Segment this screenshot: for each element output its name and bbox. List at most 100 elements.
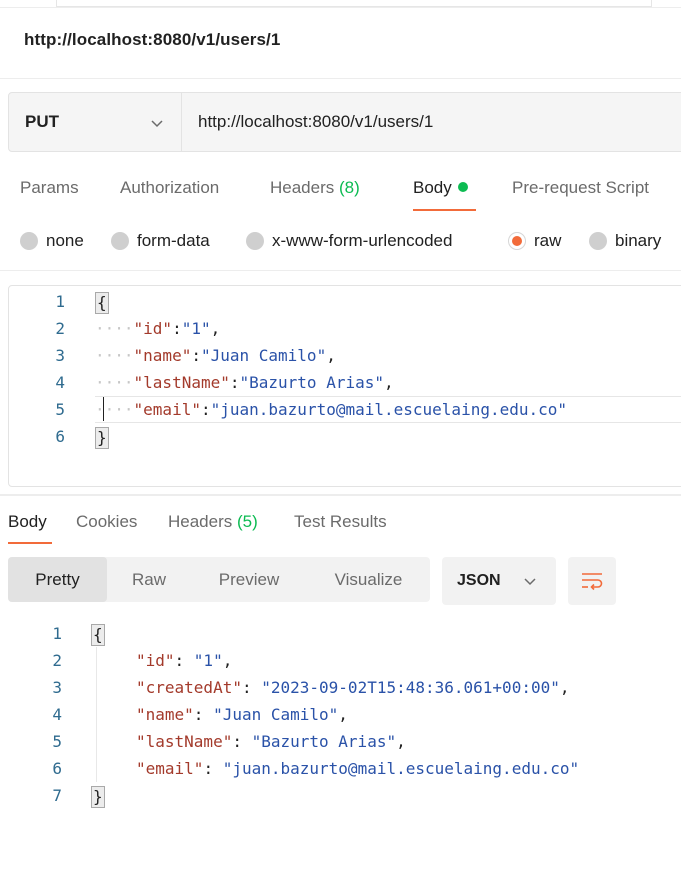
radio-circle-selected — [508, 232, 526, 250]
tab-bar-edge — [0, 0, 681, 8]
close-brace: } — [91, 785, 105, 808]
code-line: "name": "Juan Camilo", — [136, 705, 348, 724]
response-tabs: Body Cookies Headers (5) Test Results — [0, 504, 681, 546]
line-number: 4 — [55, 373, 65, 392]
close-brace: } — [95, 426, 109, 449]
json-key: "name" — [136, 705, 194, 724]
view-preview[interactable]: Preview — [191, 557, 307, 602]
code-line: } — [91, 782, 105, 809]
json-value: "juan.bazurto@mail.escuelaing.edu.co" — [222, 759, 580, 778]
status-dot-icon — [457, 182, 468, 192]
json-key: "email" — [136, 759, 204, 778]
code-line: { — [95, 288, 109, 315]
view-pretty[interactable]: Pretty — [8, 557, 107, 602]
tab-body[interactable]: Body — [413, 178, 468, 198]
request-tabs: Params Authorization Headers (8) Body Pr… — [0, 170, 681, 214]
json-value: "juan.bazurto@mail.escuelaing.edu.co" — [210, 400, 568, 419]
radio-x-www-form-urlencoded[interactable]: x-www-form-urlencoded — [246, 231, 452, 251]
tab-label: Headers — [270, 178, 335, 197]
line-number: 5 — [55, 400, 65, 419]
divider — [0, 270, 681, 271]
line-number: 3 — [55, 346, 65, 365]
radio-circle — [111, 232, 129, 250]
radio-none[interactable]: none — [20, 231, 84, 251]
radio-binary[interactable]: binary — [589, 231, 661, 251]
line-number: 1 — [52, 624, 62, 643]
code-line: "id": "1", — [136, 651, 233, 670]
tab-label: Params — [20, 178, 79, 197]
tab-authorization[interactable]: Authorization — [120, 178, 219, 198]
open-brace: { — [91, 623, 105, 646]
line-number: 6 — [55, 427, 65, 446]
open-brace: { — [95, 291, 109, 314]
code-line: { — [91, 620, 105, 647]
json-value: "1" — [193, 651, 223, 670]
code-line: "lastName": "Bazurto Arias", — [136, 732, 406, 751]
line-number: 6 — [52, 759, 62, 778]
tab-pre-request-script[interactable]: Pre-request Script — [512, 178, 649, 198]
indent-guide — [96, 647, 97, 782]
json-value: "Juan Camilo" — [213, 705, 339, 724]
radio-raw[interactable]: raw — [508, 231, 561, 251]
line-number: 5 — [52, 732, 62, 751]
json-value: "1" — [181, 319, 211, 338]
radio-label: form-data — [137, 231, 210, 250]
format-select[interactable]: JSON — [442, 557, 556, 605]
line-number: 1 — [55, 292, 65, 311]
json-key: "id" — [136, 651, 175, 670]
chevron-down-icon — [524, 578, 536, 586]
line-number: 3 — [52, 678, 62, 697]
json-value: "Bazurto Arias" — [251, 732, 397, 751]
tab-params[interactable]: Params — [20, 178, 79, 198]
tab-test-results[interactable]: Test Results — [294, 512, 387, 532]
json-key: "createdAt" — [136, 678, 242, 697]
tab-headers[interactable]: Headers (8) — [270, 178, 360, 198]
radio-label: none — [46, 231, 84, 250]
url-input[interactable]: http://localhost:8080/v1/users/1 — [182, 93, 433, 151]
code-line: } — [95, 423, 109, 450]
radio-circle — [20, 232, 38, 250]
view-raw[interactable]: Raw — [107, 557, 191, 602]
code-line: ····"lastName":"Bazurto Arias", — [95, 373, 394, 392]
tab-cookies[interactable]: Cookies — [76, 512, 137, 532]
active-tab-indicator — [8, 542, 52, 544]
method-select[interactable]: PUT — [9, 93, 182, 151]
radio-label: binary — [615, 231, 662, 250]
json-key: "name" — [133, 346, 192, 365]
code-line: ····"id":"1", — [95, 319, 221, 338]
tab-label: Pre-request Script — [512, 178, 649, 197]
open-tab-edge[interactable] — [56, 0, 652, 7]
tab-response-headers[interactable]: Headers (5) — [168, 512, 258, 532]
tab-label: Body — [8, 512, 47, 531]
tab-label: Headers — [168, 512, 233, 531]
json-key: "lastName" — [133, 373, 230, 392]
radio-circle — [589, 232, 607, 250]
view-visualize[interactable]: Visualize — [307, 557, 430, 602]
format-label: JSON — [457, 572, 501, 589]
code-line: "email": "juan.bazurto@mail.escuelaing.e… — [136, 759, 580, 778]
divider — [0, 78, 681, 79]
headers-count: (8) — [339, 178, 360, 197]
request-body-editor[interactable]: 1 2 3 4 5 6 { ····"id":"1", ····"name":"… — [8, 285, 681, 487]
code-line: ····"email":"juan.bazurto@mail.escuelain… — [95, 400, 568, 419]
headers-count: (5) — [237, 512, 258, 531]
panel-divider[interactable] — [0, 494, 681, 496]
code-line: "createdAt": "2023-09-02T15:48:36.061+00… — [136, 678, 570, 697]
line-number: 4 — [52, 705, 62, 724]
radio-circle — [246, 232, 264, 250]
radio-form-data[interactable]: form-data — [111, 231, 210, 251]
wrap-lines-icon — [582, 573, 603, 591]
response-body-viewer[interactable]: 1 2 3 4 5 6 7 { "id": "1", "createdAt": … — [8, 620, 681, 820]
line-number: 2 — [55, 319, 65, 338]
method-label: PUT — [25, 112, 59, 131]
json-key: "id" — [133, 319, 173, 338]
wrap-lines-button[interactable] — [568, 557, 616, 605]
tab-response-body[interactable]: Body — [8, 512, 47, 532]
radio-label: x-www-form-urlencoded — [272, 231, 453, 250]
json-value: "Juan Camilo" — [200, 346, 327, 365]
tab-label: Cookies — [76, 512, 138, 531]
json-key: "lastName" — [136, 732, 233, 751]
radio-label: raw — [534, 231, 562, 250]
active-tab-indicator — [413, 209, 476, 211]
url-bar: PUT http://localhost:8080/v1/users/1 — [8, 92, 681, 152]
